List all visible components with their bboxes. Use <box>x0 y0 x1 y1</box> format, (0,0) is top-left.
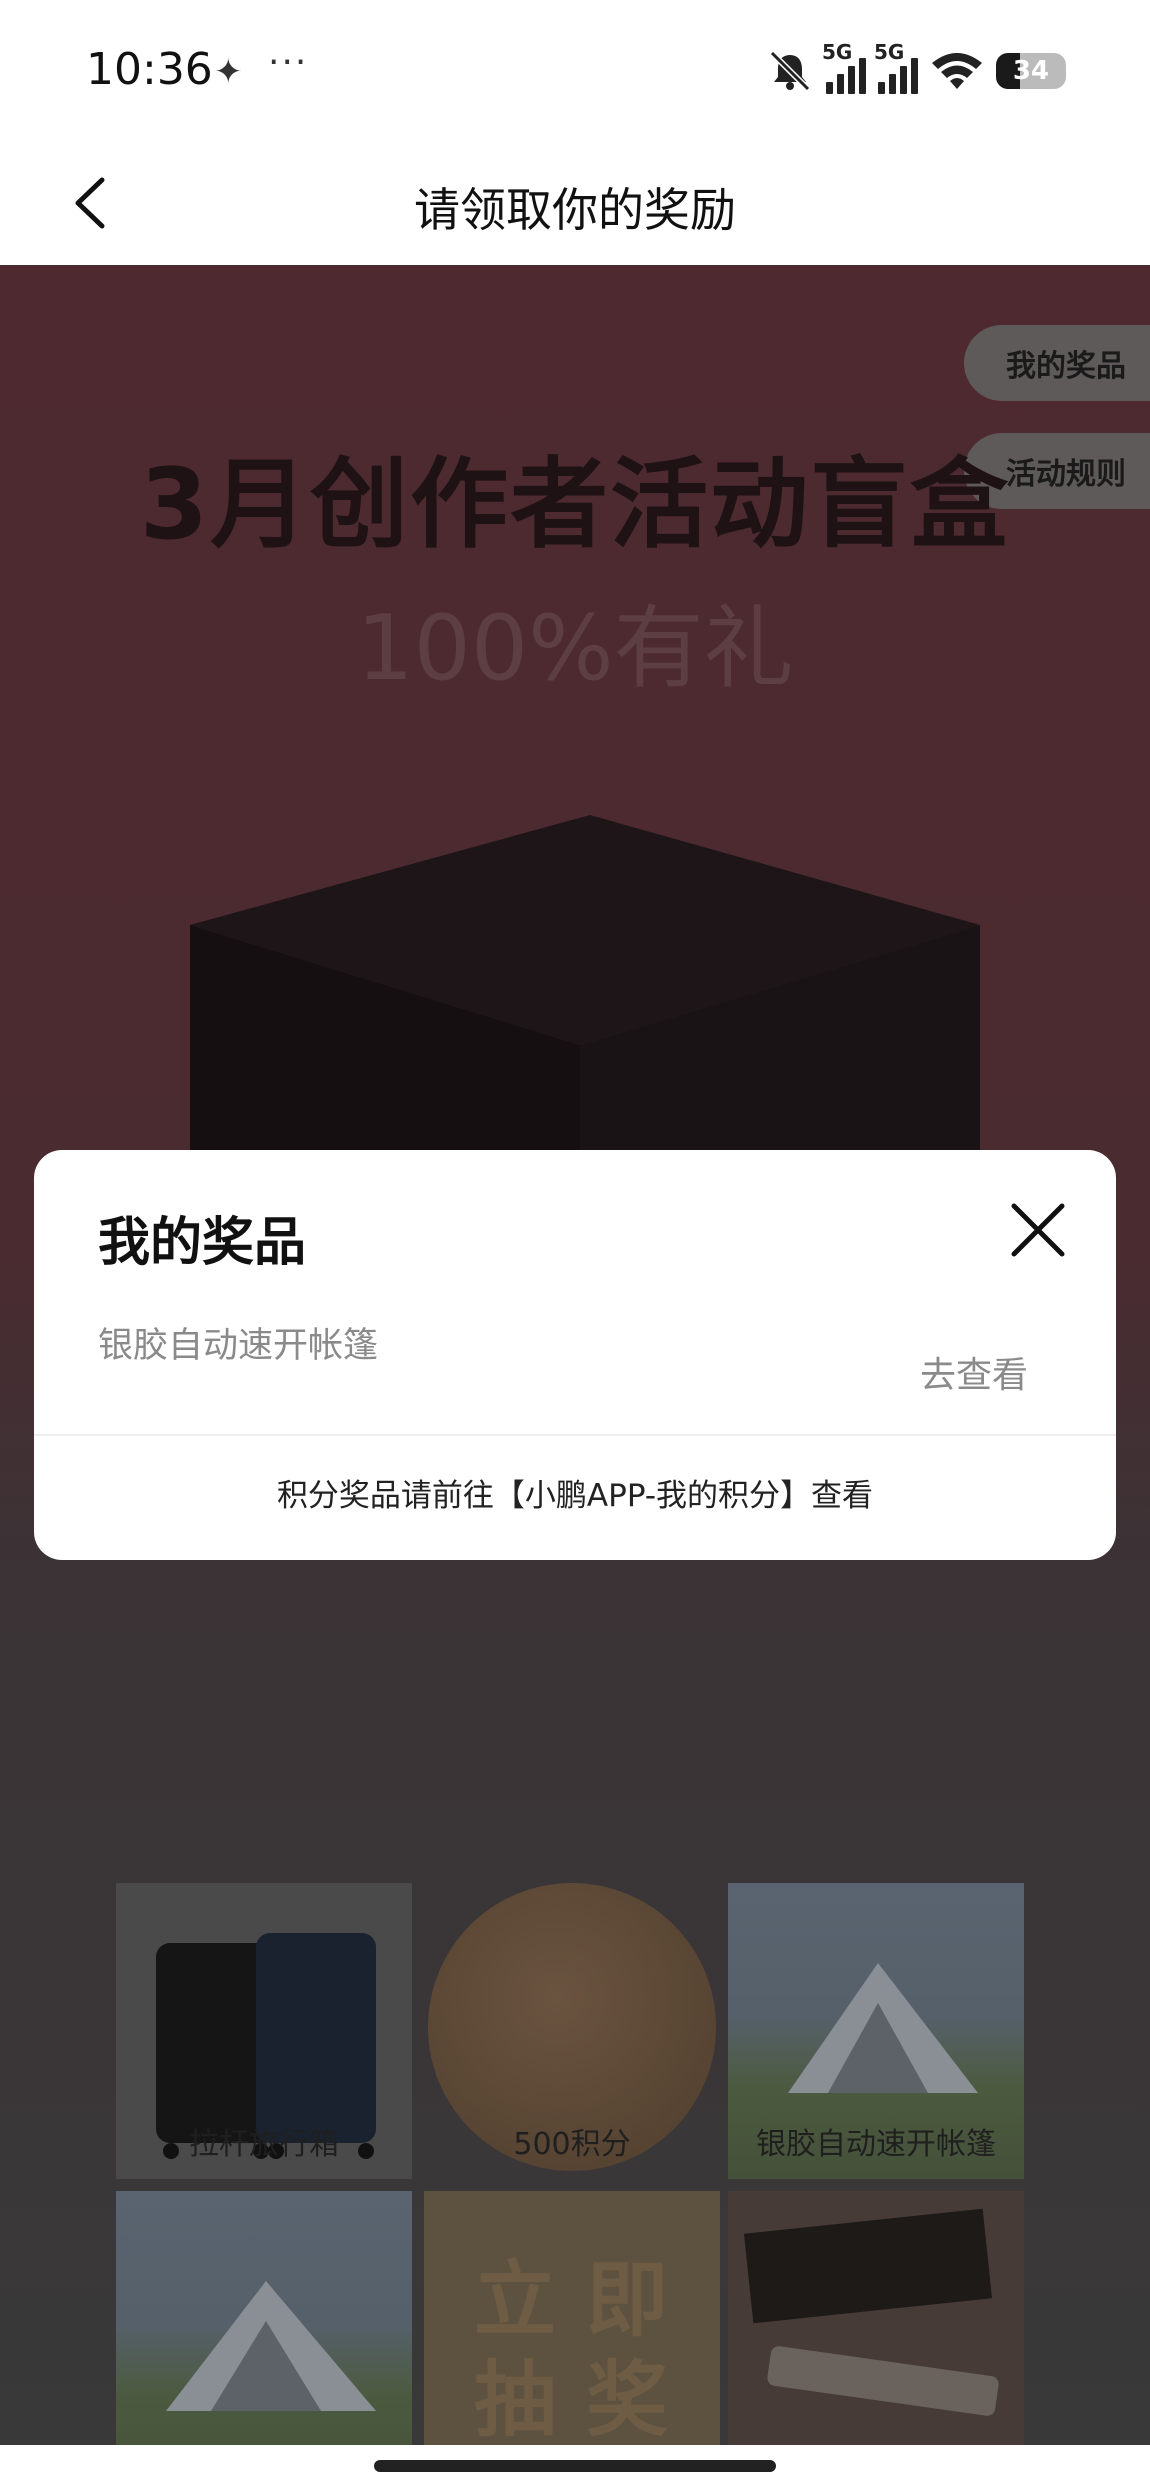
points-footnote: 积分奖品请前往【小鹏APP-我的积分】查看 <box>276 1478 874 1514</box>
battery-icon: 34 <box>996 53 1066 89</box>
system-nav-bar <box>0 2445 1150 2490</box>
tent-image-2 <box>166 2281 376 2411</box>
lamp-image <box>743 2208 999 2416</box>
home-indicator[interactable] <box>374 2460 776 2472</box>
prize-label-points: 500积分 <box>513 2127 631 2162</box>
prize-tile-tent-2 <box>116 2191 412 2445</box>
my-prizes-button[interactable]: 我的奖品 <box>964 325 1150 401</box>
battery-level: 34 <box>1012 56 1050 86</box>
close-icon[interactable] <box>1004 1196 1072 1264</box>
prize-label-luggage: 拉杆旅行箱 <box>189 2127 339 2162</box>
wifi-icon <box>932 53 982 89</box>
app-header: 请领取你的奖励 <box>0 140 1150 265</box>
signal-icon-2: 5G <box>874 40 918 94</box>
settings-notification-icon: ✦ <box>214 52 243 92</box>
status-time: 10:36 <box>86 44 213 95</box>
draw-now-text: 立即抽奖 <box>474 2253 699 2445</box>
more-notifications-icon: ··· <box>268 42 309 83</box>
signal-icon-1: 5G <box>822 40 866 94</box>
prize-name: 银胶自动速开帐篷 <box>98 1326 379 1366</box>
campaign-headline: 3月创作者活动盲盒 <box>139 448 1011 562</box>
signal-type-2: 5G <box>874 40 905 64</box>
draw-now-tile[interactable]: 立即抽奖 <box>424 2191 720 2445</box>
prize-label-tent: 银胶自动速开帐篷 <box>756 2127 996 2162</box>
divider <box>34 1434 1116 1436</box>
signal-type-1: 5G <box>822 40 853 64</box>
prize-tile-luggage: 拉杆旅行箱 <box>116 1883 412 2179</box>
dialog-title: 我的奖品 <box>98 1213 307 1273</box>
view-prize-link[interactable]: 去查看 <box>920 1346 1028 1398</box>
prize-tile-points: 500积分 <box>424 1883 720 2179</box>
prize-tile-tent: 银胶自动速开帐篷 <box>728 1883 1024 2179</box>
status-icons: 5G 5G 34 <box>766 40 1066 96</box>
page-title: 请领取你的奖励 <box>414 183 736 237</box>
prize-tile-lamp <box>728 2191 1024 2445</box>
status-bar: 10:36 ✦ ··· 5G 5G 34 <box>0 0 1150 140</box>
mute-bell-icon <box>769 50 811 92</box>
campaign-subheadline: 100%有礼 <box>356 596 794 701</box>
my-prizes-dialog: 我的奖品 银胶自动速开帐篷 去查看 积分奖品请前往【小鹏APP-我的积分】查看 <box>34 1150 1116 1560</box>
